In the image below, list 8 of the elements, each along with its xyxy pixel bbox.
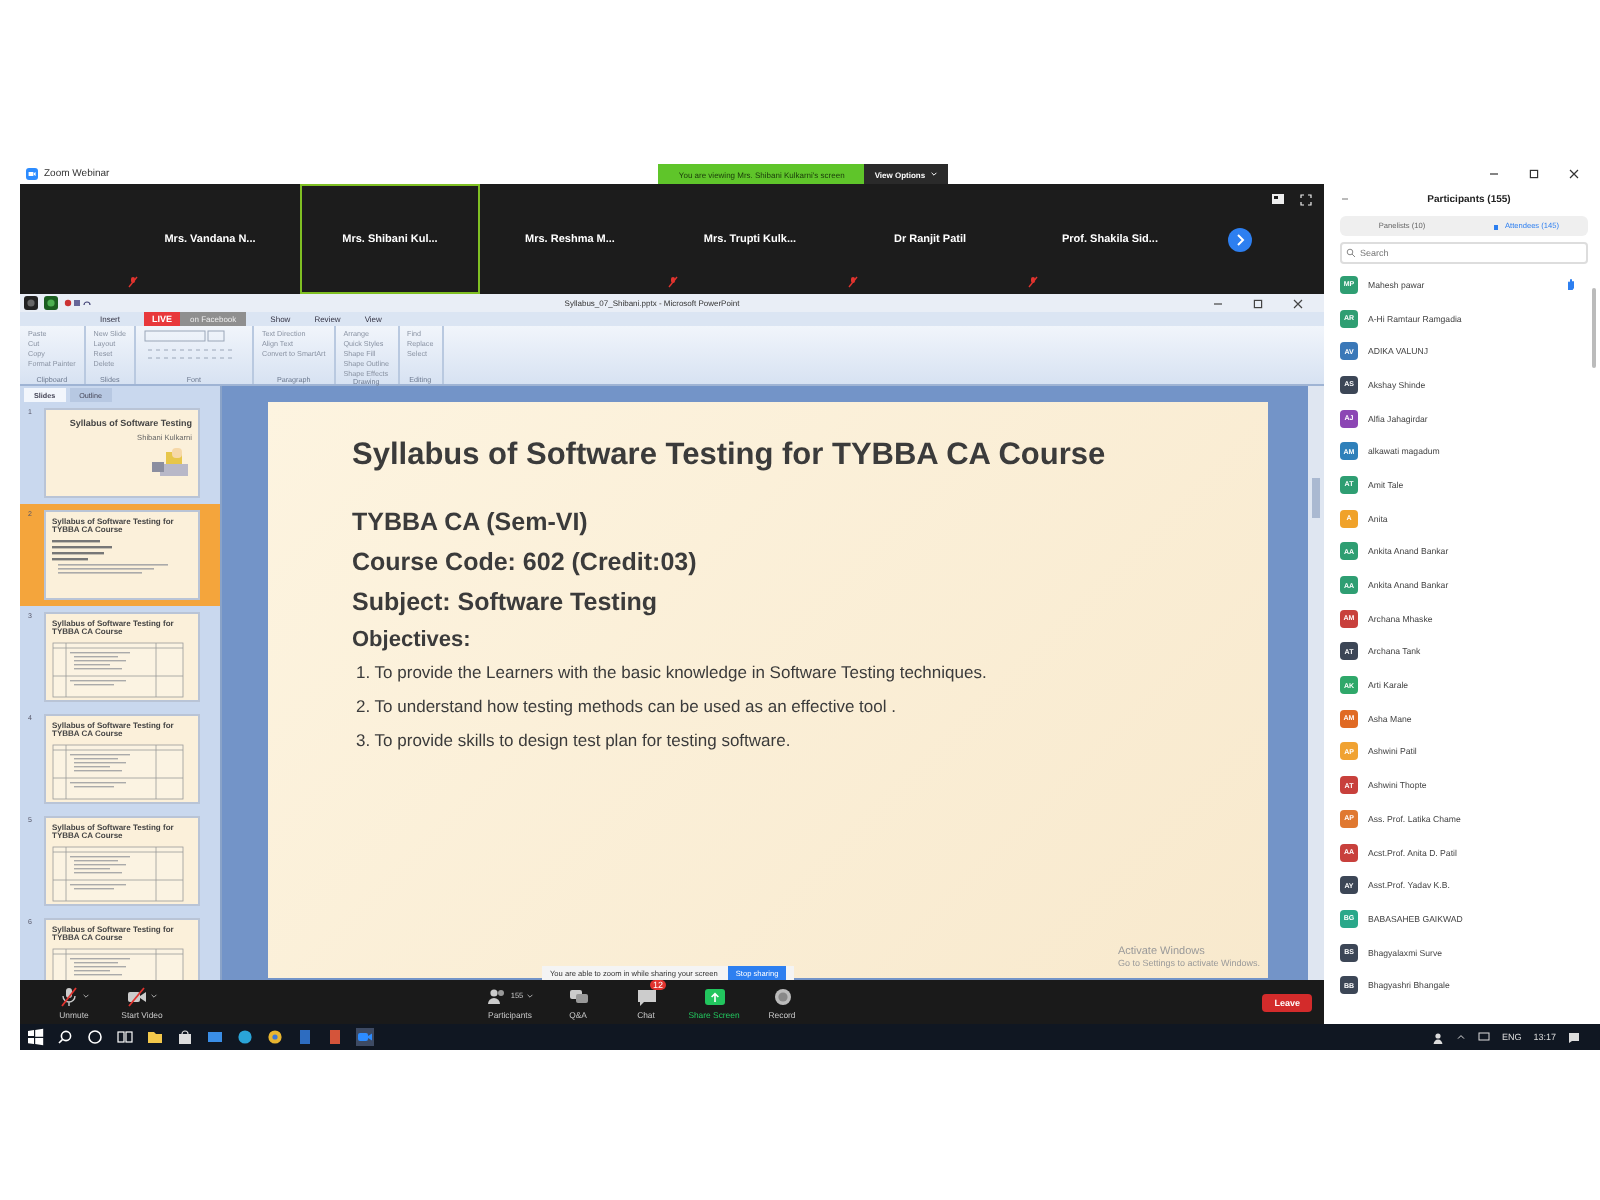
objective-item: 1. To provide the Learners with the basic knowledge in Software Testing techniques. (356, 662, 989, 682)
slide-heading: Objectives: (352, 628, 473, 652)
slide-text: Course Code: 602 (Credit:03) (352, 548, 699, 576)
slide-text: Subject: Software Testing (352, 588, 660, 616)
objective-item: 3. To provide skills to design test plan for testing software. (356, 730, 793, 750)
slide-title: Syllabus of Software Testing for TYBBA CA Course (352, 438, 1108, 474)
slide-text: TYBBA CA (Sem-VI) (352, 508, 590, 536)
objective-item: 2. To understand how testing methods can be used as an effective tool . (356, 696, 898, 716)
